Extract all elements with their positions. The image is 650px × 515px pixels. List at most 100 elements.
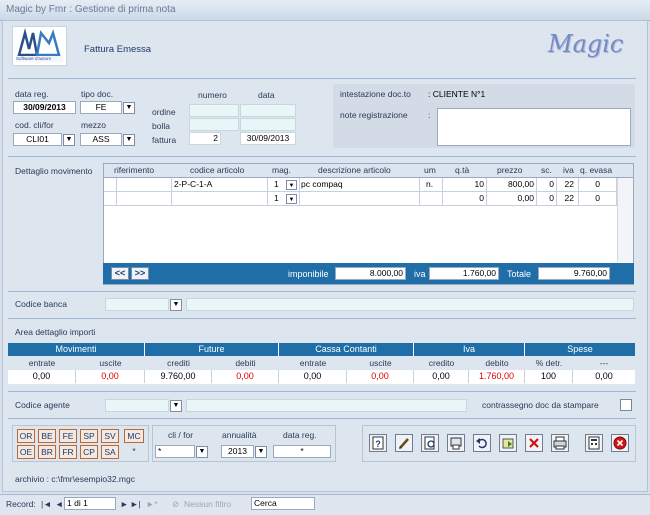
filter-oe[interactable]: OE xyxy=(17,445,35,459)
cell-um[interactable]: n. xyxy=(426,179,433,190)
delete-icon[interactable] xyxy=(525,434,543,452)
bolla-numero-field[interactable] xyxy=(189,118,239,131)
edit-icon[interactable] xyxy=(395,434,413,452)
filter-cp[interactable]: CP xyxy=(80,445,98,459)
sub-uscite: uscite xyxy=(99,358,122,368)
print-icon[interactable] xyxy=(551,434,569,452)
sub-cassa-uscite: uscite xyxy=(369,358,392,368)
annualita-field[interactable]: 2013 xyxy=(221,445,254,458)
annualita-dropdown[interactable]: ▼ xyxy=(255,446,267,458)
table-row[interactable]: 1 ▼ 0 0,00 0 22 0 xyxy=(104,192,616,205)
intestazione-label: intestazione doc.to xyxy=(340,89,411,99)
cod-clifor-field[interactable]: CLI01 xyxy=(13,133,62,146)
filter-or[interactable]: OR xyxy=(17,429,35,443)
clifor-filter-dropdown[interactable]: ▼ xyxy=(196,446,208,458)
cell-sc[interactable]: 0 xyxy=(549,193,554,204)
next-record-button[interactable]: >> xyxy=(131,267,149,280)
cell-evasa[interactable]: 0 xyxy=(595,193,600,204)
ordine-data-field[interactable] xyxy=(240,104,296,117)
val-cassa-uscite: 0,00 xyxy=(347,370,414,383)
filter-br[interactable]: BR xyxy=(38,445,56,459)
filter-fr[interactable]: FR xyxy=(59,445,77,459)
cell-iva[interactable]: 22 xyxy=(565,179,574,190)
mezzo-label: mezzo xyxy=(81,120,107,130)
cell-iva[interactable]: 22 xyxy=(565,193,574,204)
first-record-icon[interactable]: |◄ xyxy=(41,499,52,509)
table-row[interactable]: 2-P-C-1-A 1 ▼ pc compaq n. 10 800,00 0 2… xyxy=(104,178,616,191)
codice-banca-dropdown[interactable]: ▼ xyxy=(170,299,182,311)
prev-record-button[interactable]: << xyxy=(111,267,129,280)
filter-sv[interactable]: SV xyxy=(101,429,119,443)
fattura-data-field[interactable]: 30/09/2013 xyxy=(240,132,296,145)
cell-prezzo[interactable]: 0,00 xyxy=(517,193,534,204)
record-position-field[interactable]: 1 di 1 xyxy=(64,497,116,510)
datareg-filter-field[interactable]: * xyxy=(273,445,331,458)
prev-record-icon[interactable]: ◄ xyxy=(55,499,63,509)
mag-dropdown[interactable]: ▼ xyxy=(286,194,297,204)
new-record-icon[interactable]: ►* xyxy=(146,499,158,509)
tipo-doc-dropdown[interactable]: ▼ xyxy=(123,102,135,114)
col-qta: q.tà xyxy=(455,165,470,175)
close-icon[interactable] xyxy=(611,434,629,452)
numero-label: numero xyxy=(198,90,227,100)
filter-be[interactable]: BE xyxy=(38,429,56,443)
cell-prezzo[interactable]: 800,00 xyxy=(508,179,534,190)
filter-mc[interactable]: MC xyxy=(124,429,144,443)
tipo-doc-field[interactable]: FE xyxy=(80,101,122,114)
next-record-icon[interactable]: ► xyxy=(120,499,128,509)
search-input[interactable]: Cerca xyxy=(251,497,315,510)
totale-field: 9.760,00 xyxy=(538,267,610,280)
filter-fe[interactable]: FE xyxy=(59,429,77,443)
cell-mag[interactable]: 1 xyxy=(274,193,279,204)
last-record-icon[interactable]: ►| xyxy=(130,499,141,509)
ordine-numero-field[interactable] xyxy=(189,104,239,117)
cell-qta[interactable]: 10 xyxy=(475,179,484,190)
codice-banca-field[interactable] xyxy=(105,298,169,311)
col-um: um xyxy=(424,165,436,175)
company-logo: Software d'autore xyxy=(12,26,67,66)
cell-codice[interactable]: 2-P-C-1-A xyxy=(174,179,212,190)
filter-sa[interactable]: SA xyxy=(101,445,119,459)
cod-clifor-label: cod. cli/for xyxy=(15,120,54,130)
mag-dropdown[interactable]: ▼ xyxy=(286,180,297,190)
val-detr: 100 xyxy=(525,370,573,383)
cell-qta[interactable]: 0 xyxy=(479,193,484,204)
cell-sc[interactable]: 0 xyxy=(549,179,554,190)
help-icon[interactable]: ? xyxy=(369,434,387,452)
mezzo-dropdown[interactable]: ▼ xyxy=(123,134,135,146)
brand-logo: Magic xyxy=(548,30,624,58)
cell-evasa[interactable]: 0 xyxy=(595,179,600,190)
filter-sp[interactable]: SP xyxy=(80,429,98,443)
col-evasa: q. evasa xyxy=(580,165,613,175)
codice-agente-field[interactable] xyxy=(105,399,169,412)
cell-mag[interactable]: 1 xyxy=(274,179,279,190)
contrassegno-checkbox[interactable] xyxy=(620,399,632,411)
calculator-icon[interactable] xyxy=(585,434,603,452)
filter-status[interactable]: Nessun filtro xyxy=(184,499,231,509)
data-reg-field[interactable]: 30/09/2013 xyxy=(13,101,76,114)
group-iva: Iva xyxy=(414,343,525,356)
grid-scrollbar[interactable] xyxy=(617,178,633,262)
val-credito: 0,00 xyxy=(414,370,469,383)
val-crediti: 9.760,00 xyxy=(145,370,212,383)
col-sc: sc. xyxy=(541,165,552,175)
clifor-filter-field[interactable]: * xyxy=(155,445,195,458)
col-mag: mag. xyxy=(272,165,291,175)
banca-descrizione-field xyxy=(186,298,634,311)
cod-clifor-dropdown[interactable]: ▼ xyxy=(63,134,75,146)
codice-agente-dropdown[interactable]: ▼ xyxy=(170,400,182,412)
sub-debito: debito xyxy=(485,358,509,368)
note-field[interactable] xyxy=(437,108,631,146)
dettaglio-label: Dettaglio movimento xyxy=(15,166,93,176)
bolla-data-field[interactable] xyxy=(240,118,296,131)
cell-descrizione[interactable]: pc compaq xyxy=(301,179,343,190)
mezzo-field[interactable]: ASS xyxy=(80,133,122,146)
fattura-numero-field[interactable]: 2 xyxy=(189,132,221,145)
preview-icon[interactable] xyxy=(421,434,439,452)
add-record-icon[interactable] xyxy=(499,434,517,452)
archivio-path: archivio : c:\fmr\esempio32.mgc xyxy=(15,474,135,484)
print-setup-icon[interactable] xyxy=(447,434,465,452)
agente-descrizione-field xyxy=(186,399,467,412)
undo-icon[interactable] xyxy=(473,434,491,452)
filter-all[interactable]: * xyxy=(124,445,144,459)
